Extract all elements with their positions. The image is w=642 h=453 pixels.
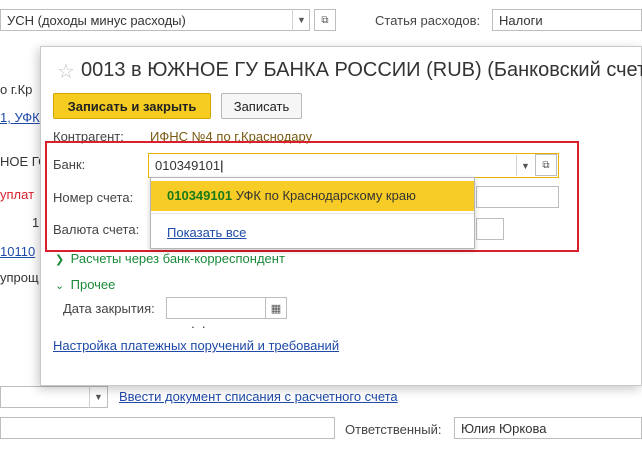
open-icon[interactable]: ⧉	[314, 9, 336, 31]
expense-field[interactable]: Налоги	[492, 9, 642, 31]
bg-fragment-5: 1	[32, 215, 40, 230]
chevron-right-icon: ❯	[55, 254, 65, 266]
correspondent-section[interactable]: ❯ Расчеты через банк-корреспондент	[55, 251, 285, 266]
bg-fragment-1: о г.Кр	[0, 82, 33, 97]
chevron-down-icon: ⌄	[55, 280, 65, 292]
write-off-link[interactable]: Ввести документ списания с расчетного сч…	[119, 389, 398, 404]
bg-fragment-4: уплат	[0, 187, 35, 202]
responsible-label: Ответственный:	[345, 422, 442, 437]
tax-system-field[interactable]: УСН (доходы минус расходы)	[0, 9, 310, 31]
bank-suggestion-text: УФК по Краснодарскому краю	[232, 188, 416, 203]
calendar-icon[interactable]: ▦	[265, 297, 287, 319]
bg-fragment-6[interactable]: 10110	[0, 244, 35, 259]
bg-fragment-2[interactable]: 1, УФК	[0, 110, 40, 125]
expense-label: Статья расходов:	[375, 13, 481, 28]
bank-suggestion-code: 010349101	[167, 188, 233, 203]
correspondent-section-label: Расчеты через банк-корреспондент	[70, 251, 285, 266]
chevron-down-icon[interactable]: ▼	[292, 9, 310, 31]
star-icon[interactable]: ☆	[57, 59, 75, 84]
bg-fragment-7: упрощ	[0, 270, 39, 285]
save-and-close-button[interactable]: Записать и закрыть	[53, 93, 211, 119]
other-section-label: Прочее	[70, 277, 116, 292]
chevron-down-icon[interactable]: ▼	[89, 386, 107, 408]
save-button[interactable]: Записать	[221, 93, 302, 119]
bank-autocomplete-dropdown: 010349101 УФК по Краснодарскому краю Пок…	[150, 177, 475, 249]
bottom-left-field-2[interactable]	[0, 417, 335, 439]
dropdown-divider	[151, 213, 474, 214]
payment-settings-link[interactable]: Настройка платежных поручений и требован…	[53, 338, 339, 353]
responsible-field[interactable]: Юлия Юркова	[454, 417, 642, 439]
bank-suggestion-item[interactable]: 010349101 УФК по Краснодарскому краю	[151, 181, 474, 211]
show-all-link[interactable]: Показать все	[167, 225, 246, 240]
closing-date-label: Дата закрытия:	[63, 301, 155, 316]
dialog-title: 0013 в ЮЖНОЕ ГУ БАНКА РОССИИ (RUB) (Банк…	[81, 59, 642, 81]
other-section[interactable]: ⌄ Прочее	[55, 277, 115, 292]
